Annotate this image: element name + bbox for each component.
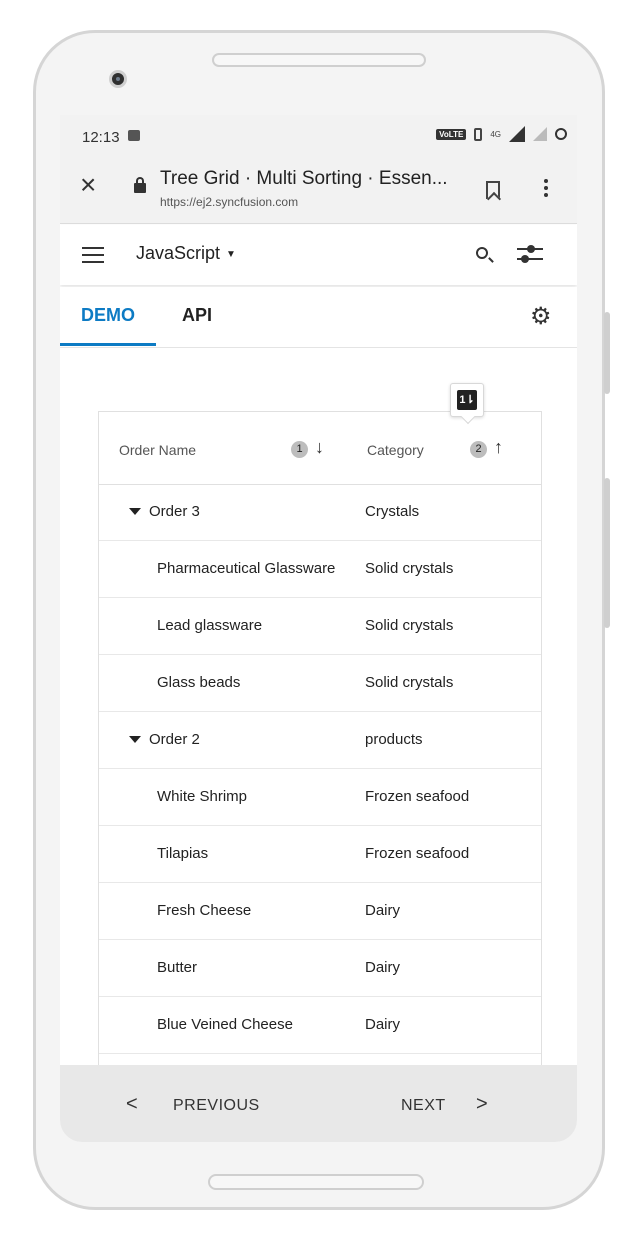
status-time: 12:13 bbox=[82, 129, 120, 146]
table-row[interactable]: Tilapias Frozen seafood bbox=[99, 826, 541, 883]
category-cell: products bbox=[365, 731, 423, 748]
status-bar: 12:13 VoLTE 4G bbox=[60, 115, 577, 155]
order-name-cell: Pharmaceutical Glassware bbox=[157, 560, 336, 577]
category-cell: Dairy bbox=[365, 902, 401, 919]
bookmark-icon[interactable] bbox=[486, 181, 500, 199]
order-name-cell: Tilapias bbox=[157, 845, 209, 862]
table-row[interactable]: Pharmaceutical Glassware Solid crystals bbox=[99, 541, 541, 598]
order-name-cell: Butter bbox=[157, 959, 198, 976]
caret-down-icon: ▼ bbox=[226, 249, 236, 260]
more-options-icon[interactable] bbox=[544, 179, 548, 199]
order-name-cell: Glass beads bbox=[157, 674, 241, 691]
multi-sort-icon: 1⇂ bbox=[457, 390, 477, 410]
app-bar: JavaScript ▼ bbox=[60, 225, 577, 285]
tree-parent-row[interactable]: Order 2 products bbox=[99, 712, 541, 769]
page-title[interactable]: Tree Grid · Multi Sorting · Essen... bbox=[160, 168, 448, 190]
order-name-cell: Fresh Cheese bbox=[157, 902, 252, 919]
demo-navigation-footer: < PREVIOUS NEXT > bbox=[60, 1065, 577, 1142]
earpiece-speaker bbox=[212, 53, 426, 67]
front-camera bbox=[109, 70, 127, 88]
tree-parent-row[interactable]: Order 3 Crystals bbox=[99, 484, 541, 541]
order-name-cell: Blue Veined Cheese bbox=[157, 1016, 293, 1033]
order-name-cell: Lead glassware bbox=[157, 617, 263, 634]
tab-active-indicator bbox=[60, 343, 156, 346]
table-row[interactable]: Blue Veined Cheese Dairy bbox=[99, 997, 541, 1054]
platform-selector[interactable]: JavaScript ▼ bbox=[136, 243, 236, 264]
close-icon[interactable]: × bbox=[80, 171, 96, 199]
category-cell: Frozen seafood bbox=[365, 845, 470, 862]
sort-order-badge: 2 bbox=[470, 441, 487, 458]
power-button bbox=[604, 312, 610, 394]
chevron-right-icon[interactable]: > bbox=[476, 1093, 488, 1116]
column-header-category[interactable]: Category bbox=[367, 442, 424, 458]
signal-icon bbox=[509, 126, 525, 142]
order-name-cell: White Shrimp bbox=[157, 788, 248, 805]
phone-screen: 12:13 VoLTE 4G × Tree Grid · Multi Sorti… bbox=[60, 115, 577, 1142]
category-cell: Dairy bbox=[365, 959, 401, 976]
search-icon[interactable] bbox=[476, 247, 488, 259]
collapse-triangle-icon[interactable] bbox=[129, 508, 141, 515]
table-row[interactable]: Fresh Cheese Dairy bbox=[99, 883, 541, 940]
sort-ascending-icon: ↑ bbox=[494, 437, 503, 457]
category-cell: Dairy bbox=[365, 1016, 401, 1033]
hamburger-menu-icon[interactable] bbox=[82, 247, 104, 268]
grid-header: Order Name 1 ↓ Category 2 ↑ bbox=[99, 412, 541, 485]
volte-badge: VoLTE bbox=[436, 128, 467, 140]
battery-ring-icon bbox=[555, 128, 567, 140]
tab-demo[interactable]: DEMO bbox=[60, 305, 156, 326]
order-name-cell: Order 3 bbox=[149, 503, 200, 520]
sort-order-badge: 1 bbox=[291, 441, 308, 458]
category-cell: Frozen seafood bbox=[365, 788, 470, 805]
gear-icon[interactable]: ⚙ bbox=[530, 305, 552, 329]
chevron-left-icon[interactable]: < bbox=[126, 1093, 138, 1116]
order-name-cell: Order 2 bbox=[149, 731, 200, 748]
previous-button[interactable]: PREVIOUS bbox=[173, 1097, 260, 1115]
category-cell: Solid crystals bbox=[365, 674, 454, 691]
page-url[interactable]: https://ej2.syncfusion.com bbox=[160, 195, 298, 209]
network-type: 4G bbox=[490, 129, 501, 139]
tree-grid: Order Name 1 ↓ Category 2 ↑ Order 3 Cryst… bbox=[98, 411, 542, 1142]
platform-label: JavaScript bbox=[136, 243, 221, 263]
lock-icon bbox=[134, 177, 146, 193]
home-button bbox=[208, 1174, 424, 1190]
category-cell: Solid crystals bbox=[365, 617, 454, 634]
collapse-triangle-icon[interactable] bbox=[129, 736, 141, 743]
vibrate-icon bbox=[474, 127, 483, 141]
category-cell: Crystals bbox=[365, 503, 420, 520]
column-header-order-name[interactable]: Order Name bbox=[119, 442, 196, 458]
settings-sliders-icon[interactable] bbox=[517, 242, 543, 266]
multi-sort-toggle[interactable]: 1⇂ bbox=[450, 383, 484, 417]
no-signal-icon bbox=[533, 127, 547, 141]
demo-api-tabs: DEMO API ⚙ bbox=[60, 287, 577, 348]
next-button[interactable]: NEXT bbox=[401, 1097, 446, 1115]
tab-api[interactable]: API bbox=[182, 305, 212, 326]
browser-toolbar: × Tree Grid · Multi Sorting · Essen... h… bbox=[60, 155, 577, 224]
table-row[interactable]: Butter Dairy bbox=[99, 940, 541, 997]
table-row[interactable]: Glass beads Solid crystals bbox=[99, 655, 541, 712]
notification-icon bbox=[128, 130, 140, 141]
sort-descending-icon: ↓ bbox=[315, 437, 324, 457]
table-row[interactable]: White Shrimp Frozen seafood bbox=[99, 769, 541, 826]
category-cell: Solid crystals bbox=[365, 560, 454, 577]
volume-button bbox=[604, 478, 610, 628]
table-row[interactable]: Lead glassware Solid crystals bbox=[99, 598, 541, 655]
